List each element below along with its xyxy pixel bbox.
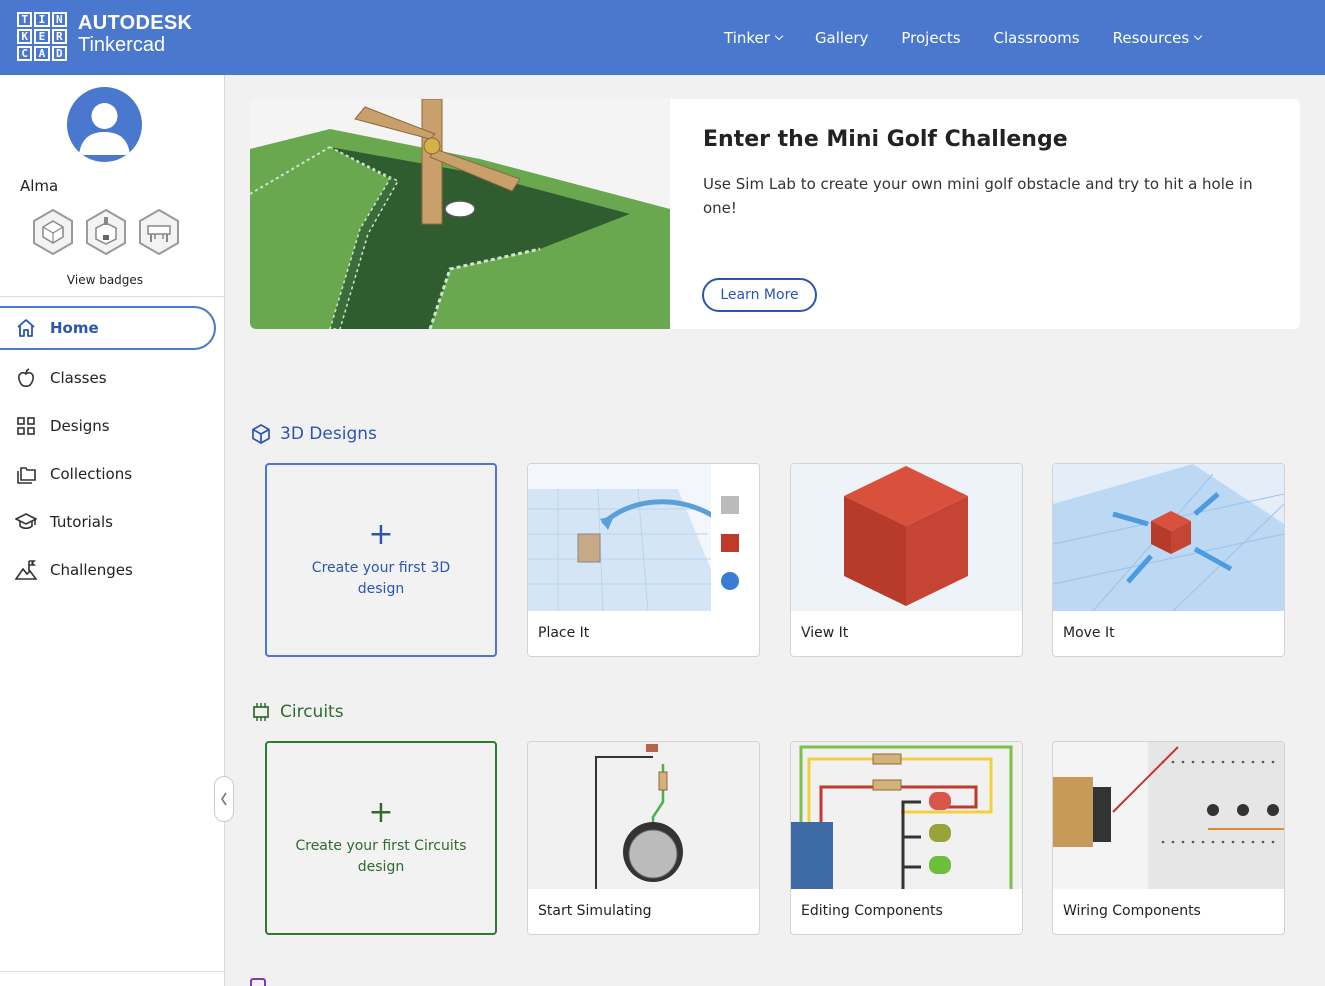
codeblocks-section-icon bbox=[250, 978, 266, 986]
chevron-down-icon bbox=[1193, 31, 1203, 40]
sidebar-item-classes[interactable]: Classes bbox=[0, 354, 225, 402]
tutorial-card-wiring-components[interactable]: Wiring Components bbox=[1052, 741, 1285, 935]
create-circuits-design-card[interactable]: + Create your first Circuits design bbox=[265, 741, 497, 935]
section-circuits[interactable]: Circuits bbox=[250, 701, 344, 723]
user-silhouette-icon bbox=[79, 103, 130, 155]
chip-icon bbox=[253, 703, 269, 721]
nav-classrooms[interactable]: Classrooms bbox=[994, 29, 1080, 47]
nav-projects[interactable]: Projects bbox=[901, 29, 960, 47]
badge-box-icon[interactable] bbox=[85, 209, 127, 255]
hero-description: Use Sim Lab to create your own mini golf… bbox=[703, 175, 1253, 217]
sidebar-menu: Home Classes Designs Collections Tutoria… bbox=[0, 306, 225, 594]
brand-tinkercad: Tinkercad bbox=[78, 34, 166, 56]
sidebar: Alma View badges Home Classes Designs Co… bbox=[0, 75, 225, 986]
sidebar-item-challenges[interactable]: Challenges bbox=[0, 546, 225, 594]
card-label: View It bbox=[801, 625, 849, 641]
view-it-thumbnail bbox=[791, 464, 1022, 611]
nav-gallery[interactable]: Gallery bbox=[815, 29, 868, 47]
card-label: Move It bbox=[1063, 625, 1115, 641]
hero-title: Enter the Mini Golf Challenge bbox=[703, 127, 1068, 152]
top-nav: Tinker Gallery Projects Classrooms Resou… bbox=[724, 0, 1234, 75]
avatar[interactable] bbox=[67, 87, 142, 162]
divider bbox=[0, 971, 225, 972]
badges-row bbox=[32, 209, 180, 255]
top-header: T I N K E R C A D AUTODESK Tinkercad Tin… bbox=[0, 0, 1325, 75]
wiring-components-thumbnail bbox=[1053, 742, 1284, 889]
hero-banner: Enter the Mini Golf Challenge Use Sim La… bbox=[250, 99, 1300, 329]
main-content: Enter the Mini Golf Challenge Use Sim La… bbox=[226, 75, 1325, 986]
mountain-flag-icon bbox=[15, 559, 37, 581]
card-label: Start Simulating bbox=[538, 903, 652, 919]
nav-resources[interactable]: Resources bbox=[1113, 29, 1203, 47]
brand-autodesk: AUTODESK bbox=[78, 12, 193, 34]
apple-icon bbox=[15, 367, 37, 389]
badge-shape-icon[interactable] bbox=[32, 209, 74, 255]
tinkercad-logo-icon[interactable]: T I N K E R C A D bbox=[17, 12, 67, 61]
start-simulating-thumbnail bbox=[528, 742, 759, 889]
editing-components-thumbnail bbox=[791, 742, 1022, 889]
sidebar-item-tutorials[interactable]: Tutorials bbox=[0, 498, 225, 546]
create-3d-design-card[interactable]: + Create your first 3D design bbox=[265, 463, 497, 657]
tutorial-card-start-simulating[interactable]: Start Simulating bbox=[527, 741, 760, 935]
section-3d-designs[interactable]: 3D Designs bbox=[250, 423, 377, 445]
grid-icon bbox=[15, 415, 37, 437]
nav-tinker[interactable]: Tinker bbox=[724, 29, 784, 47]
learn-more-button[interactable]: Learn More bbox=[702, 278, 817, 312]
tutorial-card-view-it[interactable]: View It bbox=[790, 463, 1023, 657]
plus-icon: + bbox=[368, 517, 394, 552]
card-label: Place It bbox=[538, 625, 590, 641]
tutorial-card-editing-components[interactable]: Editing Components bbox=[790, 741, 1023, 935]
cube-icon bbox=[252, 424, 270, 444]
move-it-thumbnail bbox=[1053, 464, 1284, 611]
username: Alma bbox=[20, 177, 59, 195]
tutorial-card-move-it[interactable]: Move It bbox=[1052, 463, 1285, 657]
plus-icon: + bbox=[368, 795, 394, 830]
card-label: Editing Components bbox=[801, 903, 943, 919]
home-icon bbox=[15, 317, 37, 339]
mini-golf-image bbox=[250, 99, 670, 329]
divider bbox=[0, 296, 225, 297]
sidebar-item-designs[interactable]: Designs bbox=[0, 402, 225, 450]
graduation-cap-icon bbox=[15, 511, 37, 533]
chevron-down-icon bbox=[774, 31, 784, 40]
card-label: Wiring Components bbox=[1063, 903, 1201, 919]
badge-table-icon[interactable] bbox=[138, 209, 180, 255]
tutorial-card-place-it[interactable]: Place It bbox=[527, 463, 760, 657]
brand-name[interactable]: AUTODESK Tinkercad bbox=[78, 12, 192, 56]
sidebar-item-collections[interactable]: Collections bbox=[0, 450, 225, 498]
view-badges-link[interactable]: View badges bbox=[0, 273, 210, 287]
sidebar-item-home[interactable]: Home bbox=[0, 306, 216, 350]
folders-icon bbox=[15, 463, 37, 485]
place-it-thumbnail bbox=[528, 464, 759, 611]
